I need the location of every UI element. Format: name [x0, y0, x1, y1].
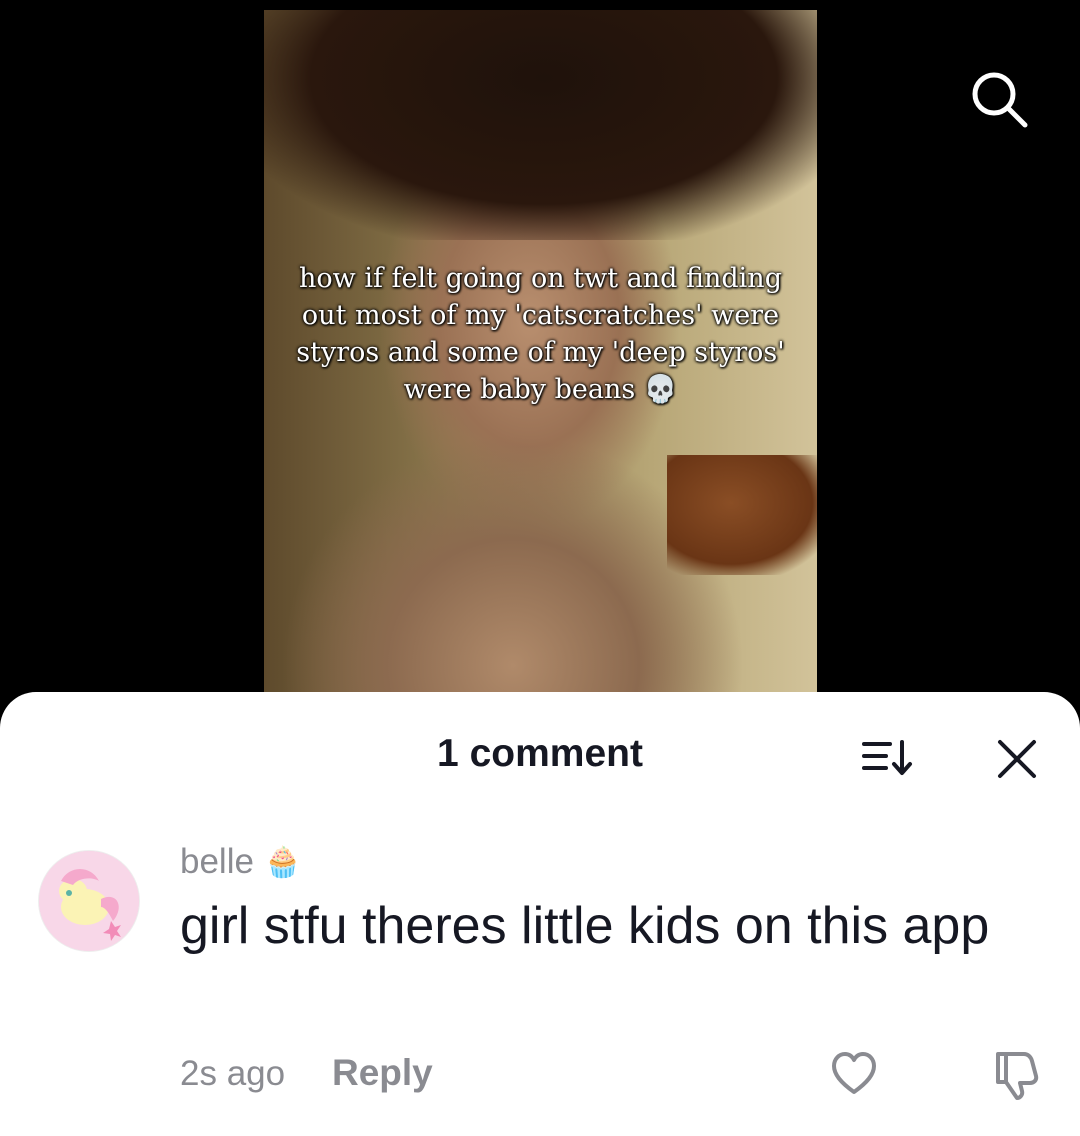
comment-text: girl stfu theres little kids on this app: [180, 897, 990, 955]
cupcake-emoji-badge: 🧁: [263, 845, 302, 879]
avatar-pony-image: [39, 851, 139, 951]
sort-icon: [862, 740, 912, 775]
video-player[interactable]: how if felt going on twt and finding out…: [264, 10, 817, 700]
caption-line: out most of my 'catscratches' were: [301, 300, 780, 331]
caption-line: how if felt going on twt and finding: [299, 263, 782, 294]
search-button[interactable]: [968, 68, 1030, 130]
comment-header: belle 🧁: [180, 842, 301, 882]
close-button[interactable]: [992, 734, 1042, 784]
comment-timestamp: 2s ago: [180, 1054, 286, 1093]
reply-button[interactable]: Reply: [332, 1052, 433, 1094]
dislike-button[interactable]: [990, 1048, 1044, 1100]
caption-line: styros and some of my 'deep styros': [296, 337, 785, 368]
video-hair-region: [264, 10, 817, 240]
search-icon: [972, 72, 1028, 128]
video-background-furniture: [667, 455, 817, 575]
comment-username[interactable]: belle: [180, 842, 254, 882]
thumbs-down-icon: [996, 1052, 1039, 1100]
comments-sheet: 1 comment belle 🧁 girl stfu theres littl…: [0, 692, 1080, 1136]
heart-icon: [832, 1052, 876, 1094]
comments-count-title: 1 comment: [437, 732, 643, 775]
avatar[interactable]: [38, 850, 140, 952]
sort-button[interactable]: [860, 736, 916, 780]
like-button[interactable]: [830, 1050, 878, 1098]
caption-line: were baby beans 💀: [403, 374, 678, 405]
video-caption: how if felt going on twt and finding out…: [264, 260, 817, 408]
close-icon: [998, 740, 1036, 778]
